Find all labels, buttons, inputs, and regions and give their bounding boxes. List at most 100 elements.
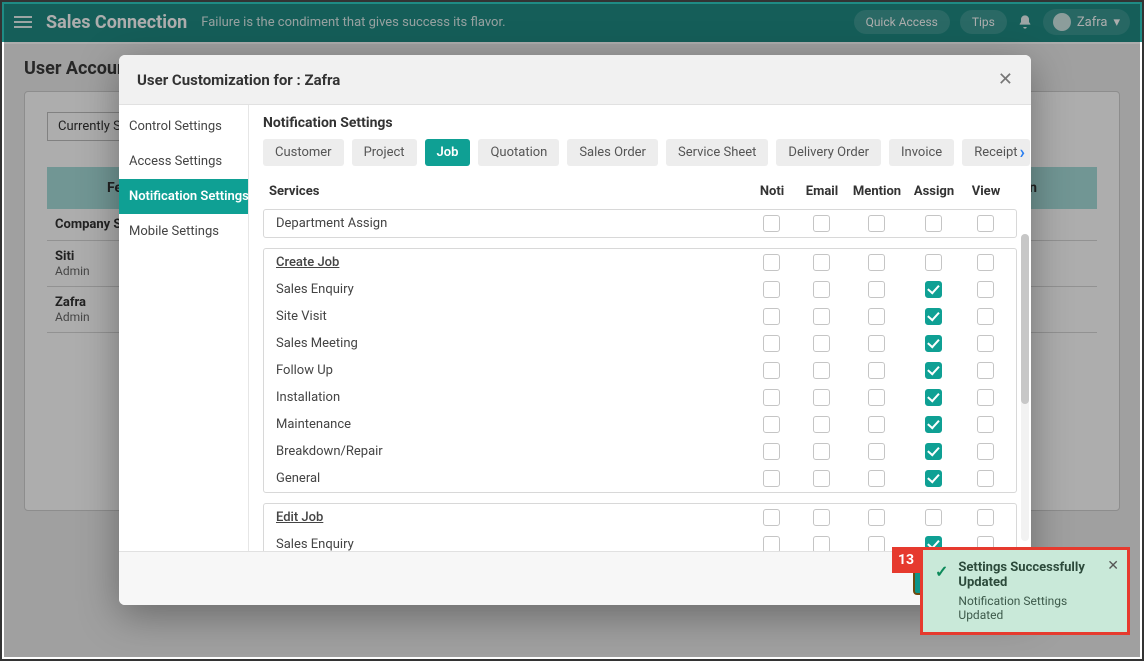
- tab[interactable]: Project: [352, 139, 417, 166]
- checkbox-view[interactable]: [977, 335, 994, 352]
- tab[interactable]: Customer: [263, 139, 344, 166]
- callout-badge: 13: [892, 547, 920, 573]
- settings-row: Installation: [264, 384, 1016, 411]
- cell: [960, 362, 1010, 379]
- checkbox-view[interactable]: [977, 389, 994, 406]
- cell: [796, 362, 846, 379]
- checkbox-email[interactable]: [813, 215, 830, 232]
- scrollbar-vertical[interactable]: [1021, 234, 1029, 541]
- checkbox-email[interactable]: [813, 416, 830, 433]
- col-mention: Mention: [847, 184, 907, 199]
- checkbox-assign[interactable]: [925, 362, 942, 379]
- service-label: Installation: [270, 390, 746, 405]
- checkbox-email[interactable]: [813, 254, 830, 271]
- checkbox-noti[interactable]: [763, 470, 780, 487]
- checkbox-mention[interactable]: [868, 389, 885, 406]
- checkbox-assign[interactable]: [925, 470, 942, 487]
- checkbox-assign[interactable]: [925, 416, 942, 433]
- checkbox-mention[interactable]: [868, 416, 885, 433]
- checkbox-mention[interactable]: [868, 281, 885, 298]
- checkbox-mention[interactable]: [868, 308, 885, 325]
- checkbox-email[interactable]: [813, 389, 830, 406]
- checkbox-email[interactable]: [813, 362, 830, 379]
- checkbox-assign[interactable]: [925, 281, 942, 298]
- tab[interactable]: Quotation: [478, 139, 559, 166]
- service-label: Follow Up: [270, 363, 746, 378]
- close-icon[interactable]: ✕: [1107, 558, 1119, 574]
- cell: [906, 443, 960, 460]
- checkbox-mention[interactable]: [868, 443, 885, 460]
- checkbox-view[interactable]: [977, 470, 994, 487]
- cell: [906, 509, 960, 526]
- checkbox-assign[interactable]: [925, 335, 942, 352]
- cell: [846, 362, 906, 379]
- checkbox-view[interactable]: [977, 308, 994, 325]
- side-nav: Control SettingsAccess SettingsNotificat…: [119, 105, 249, 551]
- tab[interactable]: Service Sheet: [666, 139, 768, 166]
- cell: [846, 443, 906, 460]
- tab[interactable]: Sales Order: [567, 139, 658, 166]
- checkbox-noti[interactable]: [763, 443, 780, 460]
- cell: [746, 215, 796, 232]
- checkbox-mention[interactable]: [868, 254, 885, 271]
- cell: [960, 215, 1010, 232]
- close-icon[interactable]: ✕: [998, 69, 1013, 90]
- checkbox-email[interactable]: [813, 443, 830, 460]
- checkbox-noti[interactable]: [763, 215, 780, 232]
- checkbox-email[interactable]: [813, 470, 830, 487]
- checkbox-view[interactable]: [977, 254, 994, 271]
- checkbox-mention[interactable]: [868, 509, 885, 526]
- checkbox-email[interactable]: [813, 308, 830, 325]
- cell: [796, 416, 846, 433]
- checkbox-mention[interactable]: [868, 215, 885, 232]
- checkbox-noti[interactable]: [763, 416, 780, 433]
- checkbox-email[interactable]: [813, 335, 830, 352]
- checkbox-noti[interactable]: [763, 536, 780, 551]
- checkbox-assign[interactable]: [925, 308, 942, 325]
- checkbox-assign[interactable]: [925, 254, 942, 271]
- cell: [906, 308, 960, 325]
- settings-row: General: [264, 465, 1016, 492]
- checkbox-email[interactable]: [813, 509, 830, 526]
- side-nav-item[interactable]: Notification Settings: [119, 179, 248, 214]
- checkbox-view[interactable]: [977, 416, 994, 433]
- checkbox-noti[interactable]: [763, 335, 780, 352]
- tab[interactable]: Job: [425, 139, 471, 166]
- checkbox-mention[interactable]: [868, 536, 885, 551]
- checkbox-assign[interactable]: [925, 389, 942, 406]
- service-label: Edit Job: [270, 510, 746, 525]
- checkbox-email[interactable]: [813, 536, 830, 551]
- checkbox-noti[interactable]: [763, 281, 780, 298]
- cell: [796, 335, 846, 352]
- checkbox-view[interactable]: [977, 362, 994, 379]
- checkbox-assign[interactable]: [925, 509, 942, 526]
- side-nav-item[interactable]: Access Settings: [119, 144, 248, 179]
- checkbox-assign[interactable]: [925, 443, 942, 460]
- checkbox-mention[interactable]: [868, 470, 885, 487]
- checkbox-mention[interactable]: [868, 362, 885, 379]
- col-services: Services: [269, 184, 747, 199]
- checkbox-email[interactable]: [813, 281, 830, 298]
- tabs-scroll-right-icon[interactable]: ›: [1020, 142, 1025, 163]
- checkbox-noti[interactable]: [763, 308, 780, 325]
- checkbox-view[interactable]: [977, 281, 994, 298]
- scrollbar-thumb[interactable]: [1021, 234, 1029, 404]
- checkbox-assign[interactable]: [925, 215, 942, 232]
- cell: [846, 416, 906, 433]
- checkbox-mention[interactable]: [868, 335, 885, 352]
- checkbox-noti[interactable]: [763, 254, 780, 271]
- toast-success: 13 ✓ Settings Successfully Updated Notif…: [920, 547, 1130, 635]
- checkbox-view[interactable]: [977, 215, 994, 232]
- side-nav-item[interactable]: Control Settings: [119, 109, 248, 144]
- cell: [906, 416, 960, 433]
- checkbox-noti[interactable]: [763, 362, 780, 379]
- tab[interactable]: Invoice: [889, 139, 954, 166]
- cell: [960, 281, 1010, 298]
- tab[interactable]: Delivery Order: [776, 139, 881, 166]
- checkbox-view[interactable]: [977, 443, 994, 460]
- checkbox-view[interactable]: [977, 509, 994, 526]
- checkbox-noti[interactable]: [763, 509, 780, 526]
- checkbox-noti[interactable]: [763, 389, 780, 406]
- side-nav-item[interactable]: Mobile Settings: [119, 214, 248, 249]
- check-icon: ✓: [935, 562, 948, 622]
